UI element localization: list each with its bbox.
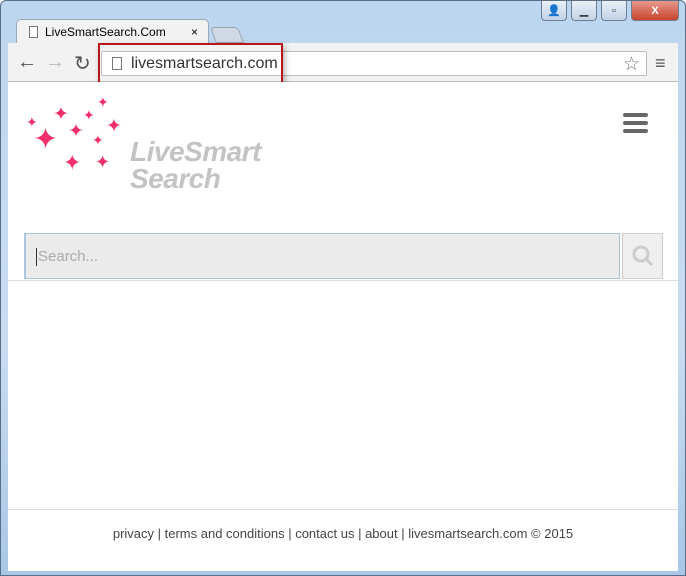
url-highlight-box: [98, 43, 283, 86]
footer-divider: [8, 509, 678, 510]
sparkle-icon: ✦: [106, 116, 122, 137]
footer-link-terms[interactable]: terms and conditions: [165, 526, 285, 541]
separator: |: [354, 526, 366, 541]
sparkle-icon: ✦: [63, 150, 82, 175]
sparkle-icon: ✦: [53, 104, 69, 125]
logo-line2: Search: [130, 163, 221, 194]
user-icon[interactable]: 👤: [541, 1, 567, 21]
tab-title: LiveSmartSearch.Com: [45, 25, 166, 39]
browser-tab[interactable]: LiveSmartSearch.Com ×: [16, 19, 209, 44]
hamburger-menu-icon[interactable]: [623, 113, 648, 137]
sparkle-icon: ✦: [92, 132, 104, 148]
separator: |: [284, 526, 296, 541]
footer-copyright: livesmartsearch.com © 2015: [408, 526, 574, 541]
sparkle-icon: ✦: [68, 121, 84, 142]
bookmark-star-icon[interactable]: ☆: [623, 53, 640, 76]
forward-icon[interactable]: →: [45, 51, 65, 74]
reload-icon[interactable]: ↻: [74, 51, 91, 76]
search-button[interactable]: [622, 233, 663, 279]
logo-line1: LiveSmart: [130, 136, 261, 167]
search-icon: [632, 245, 653, 267]
maximize-button[interactable]: ▫: [601, 1, 627, 21]
logo-text: LiveSmart Search: [130, 136, 261, 194]
sparkle-icon: ✦: [97, 94, 109, 110]
footer: privacy | terms and conditions | contact…: [8, 526, 678, 541]
minimize-button[interactable]: ▁: [571, 1, 597, 21]
browser-window: 👤 ▁ ▫ X LiveSmartSearch.Com × ← → ↻ live…: [0, 0, 686, 576]
sparkle-icon: ✦: [33, 123, 59, 156]
separator: |: [397, 526, 409, 541]
sparkle-icon: ✦: [95, 152, 111, 172]
divider: [8, 280, 678, 281]
footer-link-privacy[interactable]: privacy: [113, 526, 154, 541]
page-icon: [29, 26, 38, 38]
close-tab-icon[interactable]: ×: [191, 25, 198, 39]
chrome-menu-icon[interactable]: ≡: [655, 53, 666, 74]
back-icon[interactable]: ←: [17, 51, 37, 74]
footer-link-contact[interactable]: contact us: [295, 526, 354, 541]
window-controls: 👤 ▁ ▫ X: [541, 1, 679, 21]
footer-link-about[interactable]: about: [365, 526, 398, 541]
close-window-button[interactable]: X: [631, 1, 679, 21]
sparkle-icon: ✦: [83, 107, 95, 123]
search-input[interactable]: Search...: [24, 233, 620, 279]
separator: |: [154, 526, 165, 541]
new-tab-button[interactable]: [210, 27, 244, 43]
page-content: ✦ ✦ ✦ ✦ ✦ ✦ ✦ ✦ ✦ ✦ LiveSmart Search Sea…: [8, 82, 678, 571]
